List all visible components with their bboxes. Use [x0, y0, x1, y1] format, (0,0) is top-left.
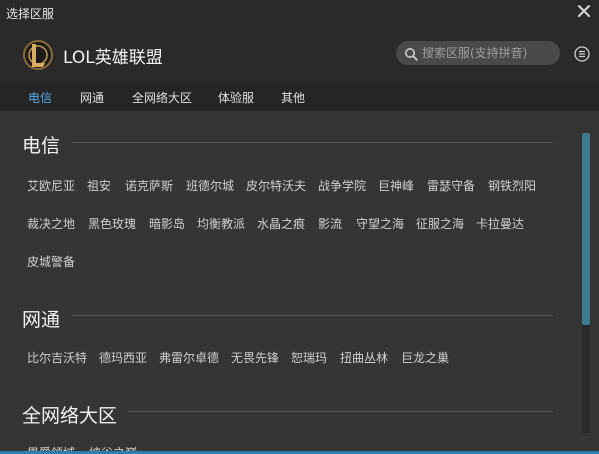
server-item[interactable]: 祖安: [87, 177, 111, 194]
search-input[interactable]: [422, 43, 554, 63]
server-item[interactable]: 黑色玫瑰: [88, 215, 136, 232]
server-item[interactable]: 班德尔城: [186, 177, 234, 194]
tab-other[interactable]: 其他: [281, 89, 305, 106]
server-item[interactable]: 巨神峰: [378, 177, 414, 194]
server-item[interactable]: 战争学院: [318, 177, 366, 194]
section-divider: [72, 142, 553, 143]
close-icon[interactable]: [576, 3, 592, 19]
search-icon: [404, 46, 418, 61]
server-item[interactable]: 诺克萨斯: [125, 177, 173, 194]
server-item[interactable]: 皮城警备: [27, 253, 75, 270]
server-item[interactable]: 均衡教派: [197, 215, 245, 232]
server-item[interactable]: 德玛西亚: [99, 349, 147, 366]
server-item[interactable]: 扭曲丛林: [340, 349, 388, 366]
tab-test-server[interactable]: 体验服: [218, 89, 254, 106]
server-item[interactable]: 影流: [318, 215, 342, 232]
server-item[interactable]: 暗影岛: [149, 215, 185, 232]
server-item[interactable]: 卡拉曼达: [476, 215, 524, 232]
server-item[interactable]: 守望之海: [356, 215, 404, 232]
lol-logo: [23, 38, 53, 72]
server-item[interactable]: 雷瑟守备: [427, 177, 475, 194]
game-name: LOL英雄联盟: [63, 48, 163, 68]
section-title-all-network: 全网络大区: [22, 405, 118, 427]
title-bar: 选择区服: [0, 0, 599, 26]
section-title-telecom: 电信: [22, 135, 61, 157]
server-item[interactable]: 征服之海: [416, 215, 464, 232]
header: LOL英雄联盟: [0, 26, 599, 82]
section-divider: [72, 315, 553, 316]
search-box[interactable]: [396, 41, 560, 65]
server-item[interactable]: 皮尔特沃夫: [246, 177, 306, 194]
server-item[interactable]: 裁决之地: [27, 215, 75, 232]
server-list-panel: 电信 艾欧尼亚 祖安 诺克萨斯 班德尔城 皮尔特沃夫 战争学院 巨神峰 雷瑟守备…: [0, 111, 599, 454]
server-item[interactable]: 钢铁烈阳: [488, 177, 536, 194]
section-title-netcom: 网通: [22, 309, 61, 331]
server-item[interactable]: 无畏先锋: [231, 349, 279, 366]
scrollbar-thumb[interactable]: [582, 133, 590, 325]
tab-all-network[interactable]: 全网络大区: [132, 89, 192, 106]
section-divider: [128, 411, 553, 412]
server-item[interactable]: 水晶之痕: [257, 215, 305, 232]
server-item[interactable]: 艾欧尼亚: [27, 177, 75, 194]
server-item[interactable]: 恕瑞玛: [291, 349, 327, 366]
tab-netcom[interactable]: 网通: [80, 89, 104, 106]
server-item[interactable]: 比尔吉沃特: [27, 349, 87, 366]
tab-telecom[interactable]: 电信: [28, 89, 52, 106]
menu-icon[interactable]: [574, 46, 590, 62]
tab-bar: 电信 网通 全网络大区 体验服 其他: [0, 82, 599, 111]
server-item[interactable]: 弗雷尔卓德: [159, 349, 219, 366]
server-item[interactable]: 巨龙之巢: [401, 349, 449, 366]
window-title: 选择区服: [6, 7, 55, 21]
